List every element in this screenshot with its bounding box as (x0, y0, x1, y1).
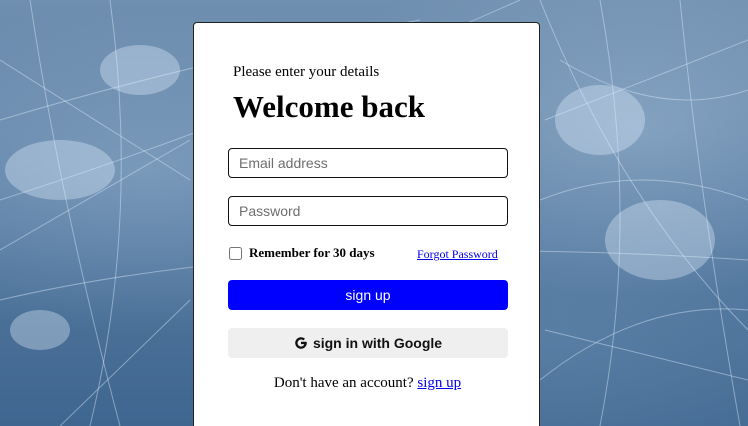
footer-text: Don't have an account? (273, 375, 414, 391)
signup-prompt: Don't have an account? sign up (194, 375, 541, 392)
password-field[interactable] (228, 196, 508, 226)
footer-sign-up-link[interactable]: sign up (417, 375, 461, 391)
remember-me[interactable]: Remember for 30 days (229, 245, 375, 261)
email-field[interactable] (228, 148, 508, 178)
forgot-password-link[interactable]: Forgot Password (417, 247, 498, 262)
google-sign-in-button[interactable]: sign in with Google (228, 328, 508, 358)
google-g-icon (294, 336, 308, 350)
remember-checkbox[interactable] (229, 246, 242, 260)
page-title: Welcome back (233, 89, 425, 124)
remember-label: Remember for 30 days (249, 245, 375, 260)
google-button-label: sign in with Google (312, 335, 443, 351)
subtitle: Please enter your details (233, 64, 380, 80)
login-card: Please enter your details Welcome back R… (193, 22, 540, 426)
sign-up-button[interactable]: sign up (228, 280, 508, 310)
